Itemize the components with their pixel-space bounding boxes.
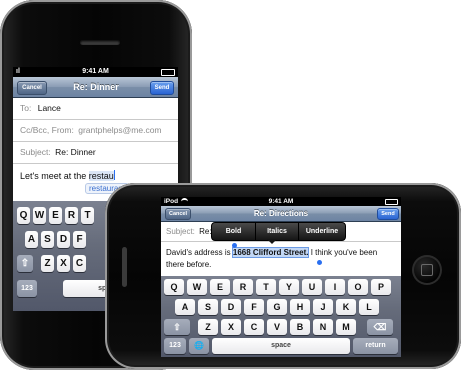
underline-button[interactable]: Underline xyxy=(299,223,345,240)
key-c[interactable]: C xyxy=(244,319,264,335)
key-v[interactable]: V xyxy=(267,319,287,335)
key-a[interactable]: A xyxy=(175,299,195,315)
body-text-line2: there before. xyxy=(166,260,212,269)
key-o[interactable]: O xyxy=(348,279,368,295)
body-text: Let's meet at the xyxy=(20,171,89,181)
key-p[interactable]: P xyxy=(371,279,391,295)
key-c[interactable]: C xyxy=(73,255,86,272)
text-cursor xyxy=(113,170,115,180)
to-value: Lance xyxy=(37,103,61,113)
selection-start-handle[interactable] xyxy=(232,243,237,248)
key-a[interactable]: A xyxy=(25,231,38,248)
selected-text: 1668 Clifford Street. xyxy=(231,247,310,258)
key-z[interactable]: Z xyxy=(41,255,54,272)
key-q[interactable]: Q xyxy=(164,279,184,295)
key-f[interactable]: F xyxy=(73,231,86,248)
send-button[interactable]: Send xyxy=(377,208,399,220)
battery-icon xyxy=(385,199,398,205)
key-e[interactable]: E xyxy=(49,207,62,224)
return-key[interactable]: return xyxy=(353,338,398,354)
key-x[interactable]: X xyxy=(57,255,70,272)
key-f[interactable]: F xyxy=(244,299,264,315)
landscape-screen: iPod 9:41 AM Cancel Re: Directions Send … xyxy=(161,197,401,357)
status-time: 9:41 AM xyxy=(268,198,294,205)
selection-end-handle[interactable] xyxy=(317,260,322,265)
key-i[interactable]: I xyxy=(325,279,345,295)
typed-word: restau xyxy=(88,171,114,181)
portrait-nav-bar: Cancel Re: Dinner Send xyxy=(13,77,178,98)
key-b[interactable]: B xyxy=(290,319,310,335)
key-t[interactable]: T xyxy=(81,207,94,224)
key-m[interactable]: M xyxy=(336,319,356,335)
subject-label: Subject: xyxy=(166,227,195,236)
body-text-after: I think you've been xyxy=(308,248,378,257)
key-z[interactable]: Z xyxy=(198,319,218,335)
nav-title: Re: Dinner xyxy=(73,82,119,92)
landscape-speaker xyxy=(122,247,127,287)
key-k[interactable]: K xyxy=(336,299,356,315)
key-l[interactable]: L xyxy=(359,299,379,315)
message-body[interactable]: David's address is 1668 Clifford Street.… xyxy=(166,247,398,271)
numbers-key[interactable]: 123 xyxy=(17,280,37,297)
key-t[interactable]: T xyxy=(256,279,276,295)
shift-key[interactable]: ⇧ xyxy=(164,319,190,335)
key-g[interactable]: G xyxy=(267,299,287,315)
key-e[interactable]: E xyxy=(210,279,230,295)
format-menu-arrow xyxy=(267,239,277,244)
key-w[interactable]: W xyxy=(33,207,46,224)
key-n[interactable]: N xyxy=(313,319,333,335)
message-body[interactable]: Let's meet at the restau xyxy=(20,170,115,181)
cancel-button[interactable]: Cancel xyxy=(17,81,47,95)
cc-bcc-label: Cc/Bcc, From: xyxy=(20,125,74,135)
to-field[interactable]: To: Lance xyxy=(13,98,178,120)
cancel-button[interactable]: Cancel xyxy=(165,208,191,220)
key-r[interactable]: R xyxy=(65,207,78,224)
key-s[interactable]: S xyxy=(198,299,218,315)
portrait-speaker xyxy=(80,40,120,45)
key-d[interactable]: D xyxy=(221,299,241,315)
battery-icon xyxy=(161,69,175,76)
subject-value: Re: xyxy=(199,227,212,236)
italics-button[interactable]: Italics xyxy=(256,223,299,240)
key-u[interactable]: U xyxy=(302,279,322,295)
key-w[interactable]: W xyxy=(187,279,207,295)
key-d[interactable]: D xyxy=(57,231,70,248)
numbers-key[interactable]: 123 xyxy=(164,338,186,354)
format-menu: Bold Italics Underline xyxy=(211,222,346,241)
bold-button[interactable]: Bold xyxy=(212,223,256,240)
key-j[interactable]: J xyxy=(313,299,333,315)
key-y[interactable]: Y xyxy=(279,279,299,295)
globe-icon[interactable]: 🌐 xyxy=(189,338,209,354)
subject-label: Subject: xyxy=(20,147,51,157)
landscape-keyboard: Q W E R T Y U I O P A S D F G H J K L ⇧ … xyxy=(161,276,401,357)
key-q[interactable]: Q xyxy=(17,207,30,224)
subject-field[interactable]: Subject: Re: Dinner xyxy=(13,142,178,164)
send-button[interactable]: Send xyxy=(150,81,174,95)
body-text-before: David's address is xyxy=(166,248,233,257)
landscape-nav-bar: Cancel Re: Directions Send xyxy=(161,206,401,222)
shift-key[interactable]: ⇧ xyxy=(17,255,33,272)
delete-key[interactable]: ⌫ xyxy=(367,319,393,335)
from-value: grantphelps@me.com xyxy=(78,125,162,135)
to-label: To: xyxy=(20,103,32,113)
status-time: 9:41 AM xyxy=(82,68,109,75)
key-r[interactable]: R xyxy=(233,279,253,295)
landscape-status-bar: iPod 9:41 AM xyxy=(161,197,401,206)
nav-title: Re: Directions xyxy=(253,209,309,218)
space-key[interactable]: space xyxy=(212,338,350,354)
portrait-status-bar: ıl 9:41 AM xyxy=(13,67,178,77)
key-x[interactable]: X xyxy=(221,319,241,335)
subject-value: Re: Dinner xyxy=(55,147,96,157)
home-square-icon xyxy=(421,264,433,276)
key-h[interactable]: H xyxy=(290,299,310,315)
cc-bcc-from-field[interactable]: Cc/Bcc, From: grantphelps@me.com xyxy=(13,120,178,142)
key-s[interactable]: S xyxy=(41,231,54,248)
